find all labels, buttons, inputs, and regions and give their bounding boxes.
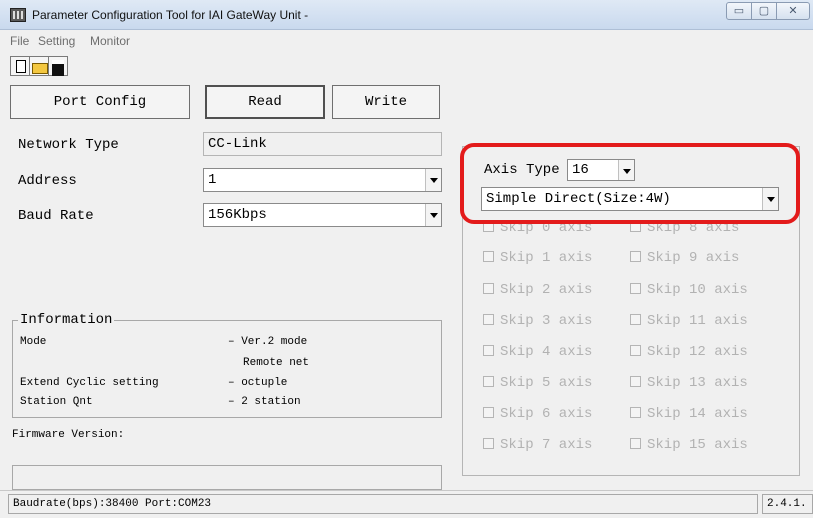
info-mode-value: – Ver.2 mode	[228, 336, 308, 348]
skip-axis-checkbox[interactable]: Skip 9 axis	[630, 250, 739, 266]
chevron-down-icon[interactable]	[425, 169, 441, 191]
baud-rate-label: Baud Rate	[18, 208, 94, 224]
skip-axis-checkbox[interactable]: Skip 7 axis	[483, 437, 592, 453]
skip-axis-checkbox[interactable]: Skip 5 axis	[483, 375, 592, 391]
info-extend-cyclic-value: – octuple	[228, 377, 288, 389]
skip-axis-checkbox[interactable]: Skip 13 axis	[630, 375, 748, 391]
write-button[interactable]: Write	[332, 85, 440, 119]
information-title: Information	[18, 312, 115, 328]
checkbox-icon[interactable]	[483, 438, 494, 449]
menu-file[interactable]: File	[10, 34, 29, 48]
info-mode-value-2: Remote net	[243, 357, 310, 369]
read-button[interactable]: Read	[205, 85, 325, 119]
close-button[interactable]: ✕	[776, 2, 810, 20]
info-station-qnt-value: – 2 station	[228, 396, 301, 408]
checkbox-icon[interactable]	[630, 251, 641, 262]
skip-axis-checkbox[interactable]: Skip 4 axis	[483, 344, 592, 360]
toolbar	[0, 52, 813, 80]
maximize-button[interactable]: ▢	[751, 2, 777, 20]
minimize-button[interactable]: ▭	[726, 2, 752, 20]
port-config-button[interactable]: Port Config	[10, 85, 190, 119]
window-title: Parameter Configuration Tool for IAI Gat…	[32, 8, 309, 22]
info-station-qnt-label: Station Qnt	[20, 396, 93, 408]
open-folder-icon[interactable]	[29, 56, 49, 76]
address-label: Address	[18, 173, 77, 189]
checkbox-icon[interactable]	[630, 283, 641, 294]
highlight-annotation	[460, 143, 800, 224]
checkbox-icon[interactable]	[630, 314, 641, 325]
address-value: 1	[208, 172, 217, 188]
menu-setting[interactable]: Setting	[38, 34, 75, 48]
skip-axis-checkbox[interactable]: Skip 15 axis	[630, 437, 748, 453]
checkbox-icon[interactable]	[483, 407, 494, 418]
baud-rate-value: 156Kbps	[208, 207, 267, 223]
skip-axis-checkbox[interactable]: Skip 3 axis	[483, 313, 592, 329]
checkbox-icon[interactable]	[483, 345, 494, 356]
checkbox-icon[interactable]	[483, 314, 494, 325]
firmware-version-label: Firmware Version:	[12, 429, 125, 441]
title-bar: Parameter Configuration Tool for IAI Gat…	[0, 0, 813, 30]
checkbox-icon[interactable]	[630, 407, 641, 418]
checkbox-icon[interactable]	[630, 376, 641, 387]
status-baudrate-port: Baudrate(bps):38400 Port:COM23	[8, 494, 758, 514]
skip-axis-checkbox[interactable]: Skip 10 axis	[630, 282, 748, 298]
chevron-down-icon[interactable]	[425, 204, 441, 226]
app-icon	[10, 8, 26, 22]
skip-axis-checkbox[interactable]: Skip 2 axis	[483, 282, 592, 298]
skip-axis-checkbox[interactable]: Skip 6 axis	[483, 406, 592, 422]
info-mode-label: Mode	[20, 336, 47, 348]
checkbox-icon[interactable]	[630, 345, 641, 356]
menu-bar: File Setting Monitor	[0, 30, 813, 52]
network-type-field: CC-Link	[203, 132, 442, 156]
info-extend-cyclic-label: Extend Cyclic setting	[20, 377, 159, 389]
network-type-label: Network Type	[18, 137, 119, 153]
menu-monitor[interactable]: Monitor	[90, 34, 130, 48]
address-select[interactable]: 1	[203, 168, 442, 192]
skip-axis-checkbox[interactable]: Skip 12 axis	[630, 344, 748, 360]
skip-axis-checkbox[interactable]: Skip 1 axis	[483, 250, 592, 266]
baud-rate-select[interactable]: 156Kbps	[203, 203, 442, 227]
skip-axis-checkbox[interactable]: Skip 11 axis	[630, 313, 748, 329]
new-file-icon[interactable]	[10, 56, 30, 76]
skip-axis-checkbox[interactable]: Skip 14 axis	[630, 406, 748, 422]
checkbox-icon[interactable]	[483, 376, 494, 387]
checkbox-icon[interactable]	[483, 251, 494, 262]
checkbox-icon[interactable]	[630, 438, 641, 449]
firmware-version-box	[12, 465, 442, 490]
status-version: 2.4.1.	[762, 494, 813, 514]
checkbox-icon[interactable]	[483, 283, 494, 294]
save-disk-icon[interactable]	[48, 56, 68, 76]
